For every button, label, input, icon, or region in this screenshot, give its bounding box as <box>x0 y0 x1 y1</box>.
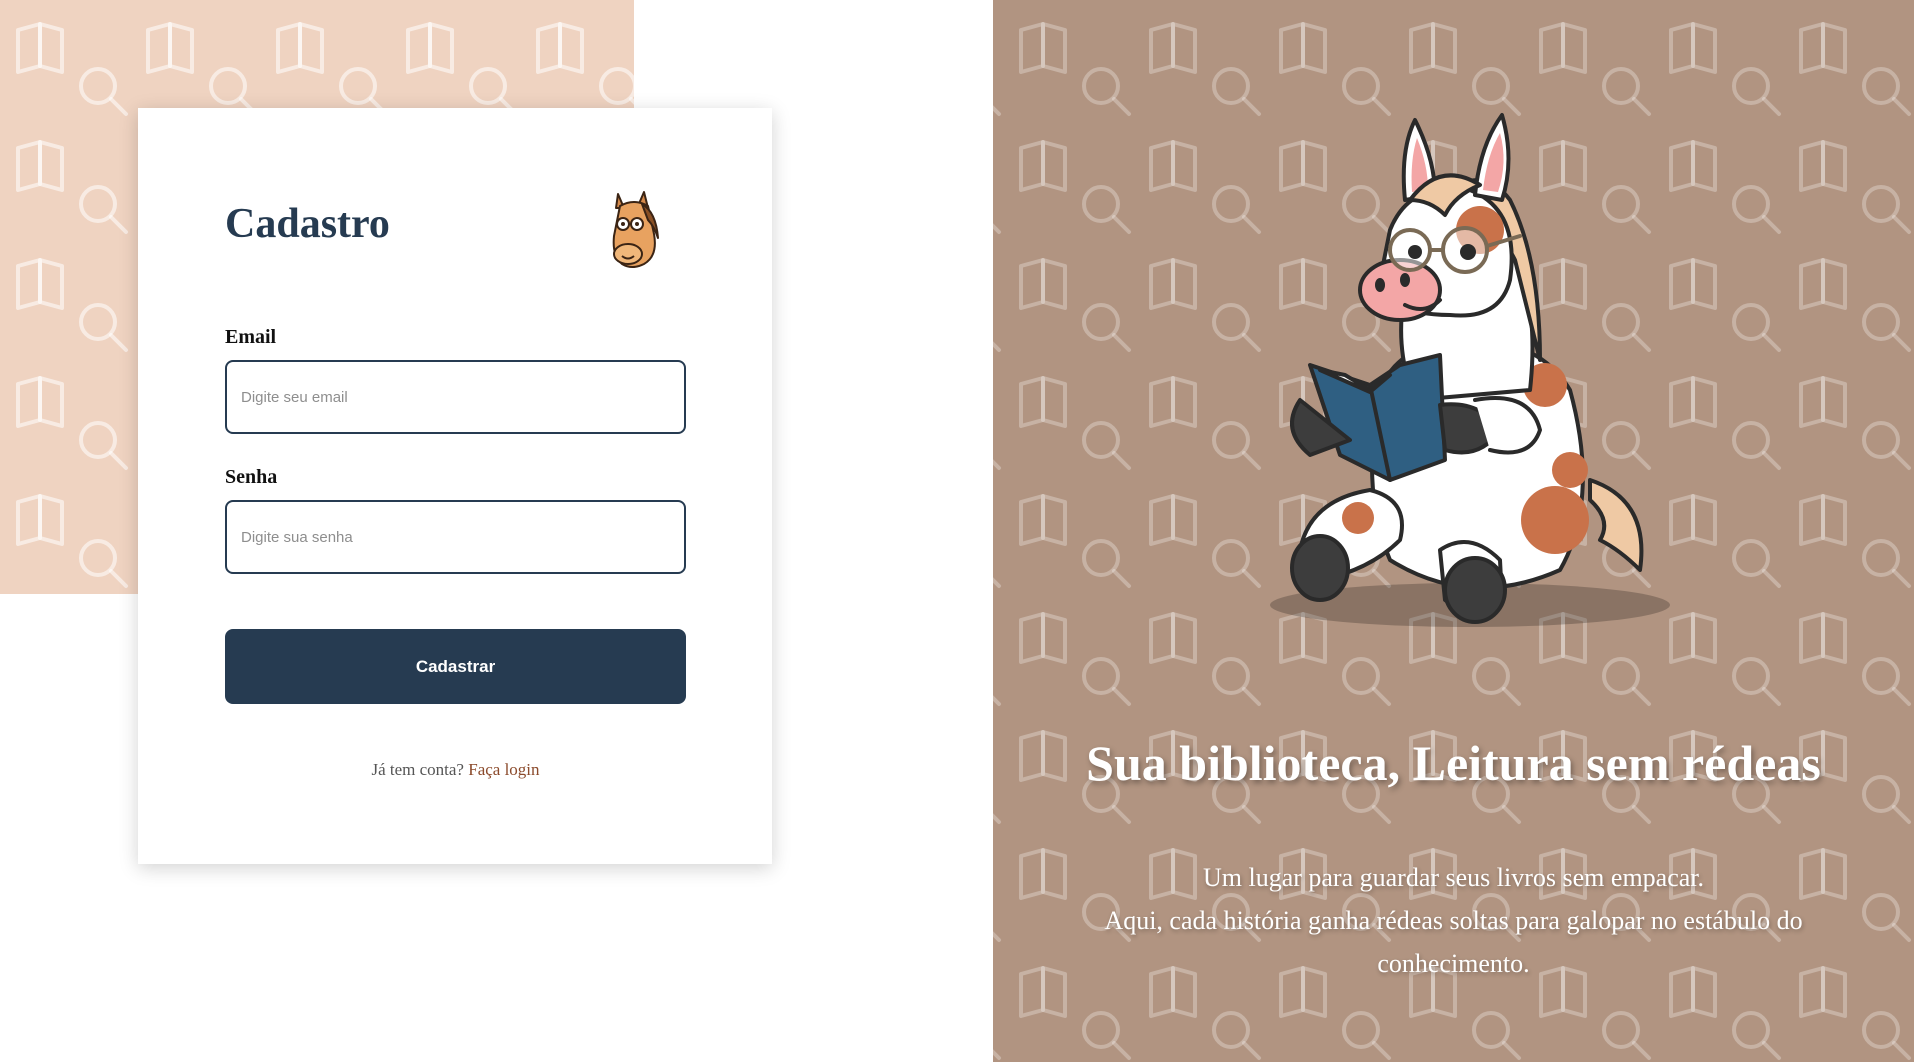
password-input[interactable] <box>225 500 686 574</box>
email-label: Email <box>225 326 277 348</box>
hero-description: Um lugar para guardar seus livros sem em… <box>1080 856 1827 985</box>
login-link[interactable]: Faça login <box>468 760 539 779</box>
page-title: Cadastro <box>225 201 390 247</box>
login-prompt-row: Já tem conta? Faça login <box>225 760 686 780</box>
hero-title: Sua biblioteca, Leitura sem rédeas <box>1086 735 1821 791</box>
email-input[interactable] <box>225 360 686 434</box>
horse-reading-book-illustration <box>1270 113 1670 627</box>
password-label: Senha <box>225 466 278 488</box>
signup-card: Cadastro Email Senha Cadastrar Já tem co… <box>138 108 772 864</box>
hero-line-1: Um lugar para guardar seus livros sem em… <box>1202 863 1705 892</box>
horse-with-glasses-icon <box>612 191 659 268</box>
hero-line-2: Aqui, cada história ganha rédeas soltas … <box>1104 906 1803 978</box>
login-prompt-text: Já tem conta? <box>371 760 464 779</box>
signup-button[interactable]: Cadastrar <box>225 629 686 704</box>
